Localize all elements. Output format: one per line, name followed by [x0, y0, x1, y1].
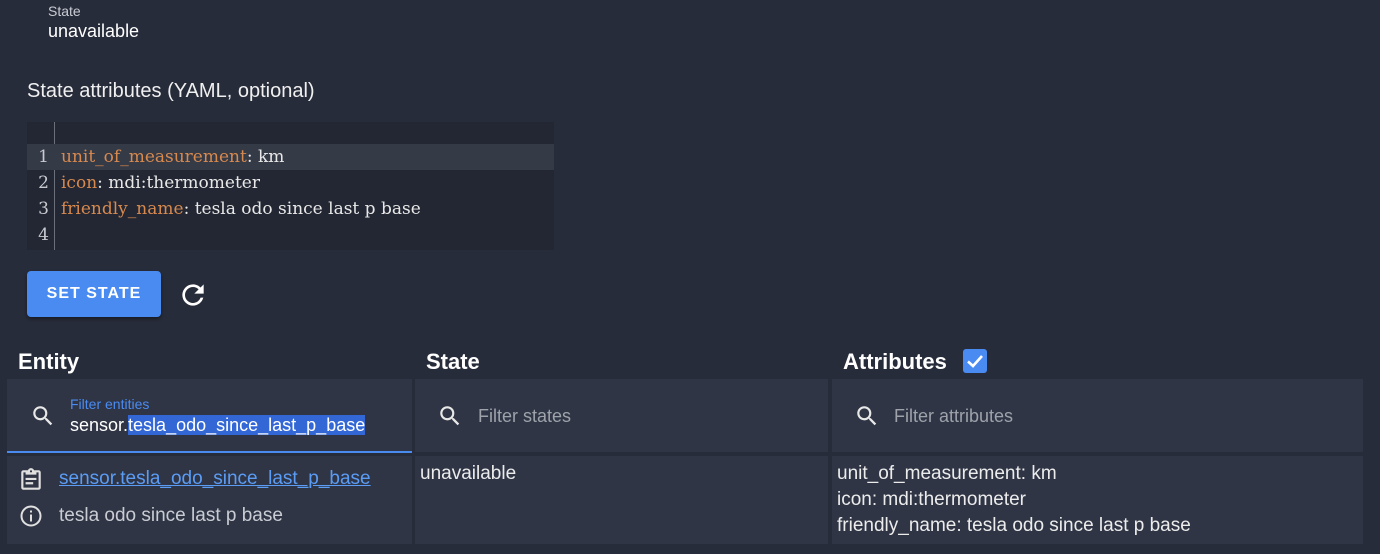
- entity-filter-value: sensor.: [70, 415, 129, 435]
- info-icon[interactable]: [19, 504, 43, 528]
- attributes-filter-placeholder: Filter attributes: [894, 406, 1014, 426]
- state-column-header: State: [426, 349, 480, 374]
- yaml-editor[interactable]: 1 unit_of_measurement: km 2 icon: mdi:th…: [27, 122, 554, 250]
- search-icon: [33, 406, 53, 426]
- attributes-checkbox[interactable]: [963, 349, 987, 373]
- line-number: 2: [38, 173, 49, 193]
- entity-link[interactable]: sensor.tesla_odo_since_last_p_base: [59, 468, 371, 490]
- attributes-column-header: Attributes: [843, 349, 947, 374]
- line-number: 3: [38, 199, 49, 219]
- refresh-icon[interactable]: [177, 279, 209, 311]
- attributes-heading: State attributes (YAML, optional): [27, 80, 315, 102]
- state-cell: unavailable: [415, 456, 828, 544]
- yaml-key: friendly_name: [61, 199, 184, 219]
- yaml-value: : km: [246, 147, 285, 167]
- clipboard-icon[interactable]: [18, 467, 44, 493]
- yaml-key: unit_of_measurement: [61, 147, 247, 167]
- state-value: unavailable: [48, 21, 140, 41]
- attribute-line: unit_of_measurement: km: [837, 463, 1057, 484]
- line-number: 1: [38, 147, 49, 167]
- state-label: State: [48, 3, 81, 19]
- line-number: 4: [38, 225, 49, 245]
- state-cell-value: unavailable: [420, 463, 517, 484]
- editor-line[interactable]: 4: [27, 222, 554, 248]
- entity-filter-selected-text: tesla_odo_since_last_p_base: [128, 415, 366, 435]
- entity-filter-label: Filter entities: [70, 396, 150, 412]
- yaml-value: : mdi:thermometer: [97, 173, 260, 193]
- attributes-filter-input[interactable]: Filter attributes: [832, 379, 1363, 452]
- state-filter-placeholder: Filter states: [478, 406, 572, 426]
- state-filter-input[interactable]: Filter states: [415, 379, 828, 452]
- yaml-key: icon: [61, 173, 98, 193]
- entity-column-header: Entity: [18, 349, 80, 374]
- entity-friendly-name: tesla odo since last p base: [59, 505, 283, 526]
- entity-cell: sensor.tesla_odo_since_last_p_base tesla…: [7, 456, 412, 544]
- entity-filter-input[interactable]: Filter entities sensor.tesla_odo_since_l…: [7, 379, 412, 453]
- editor-line[interactable]: 2 icon: mdi:thermometer: [27, 170, 554, 196]
- yaml-value: : tesla odo since last p base: [183, 199, 421, 219]
- attribute-line: icon: mdi:thermometer: [837, 489, 1027, 510]
- attributes-cell: unit_of_measurement: km icon: mdi:thermo…: [832, 456, 1363, 544]
- attribute-line: friendly_name: tesla odo since last p ba…: [837, 515, 1191, 536]
- search-icon: [440, 406, 460, 426]
- set-state-button[interactable]: SET STATE: [27, 271, 161, 317]
- editor-line[interactable]: 3 friendly_name: tesla odo since last p …: [27, 196, 554, 222]
- editor-line[interactable]: 1 unit_of_measurement: km: [27, 144, 554, 170]
- search-icon: [857, 406, 877, 426]
